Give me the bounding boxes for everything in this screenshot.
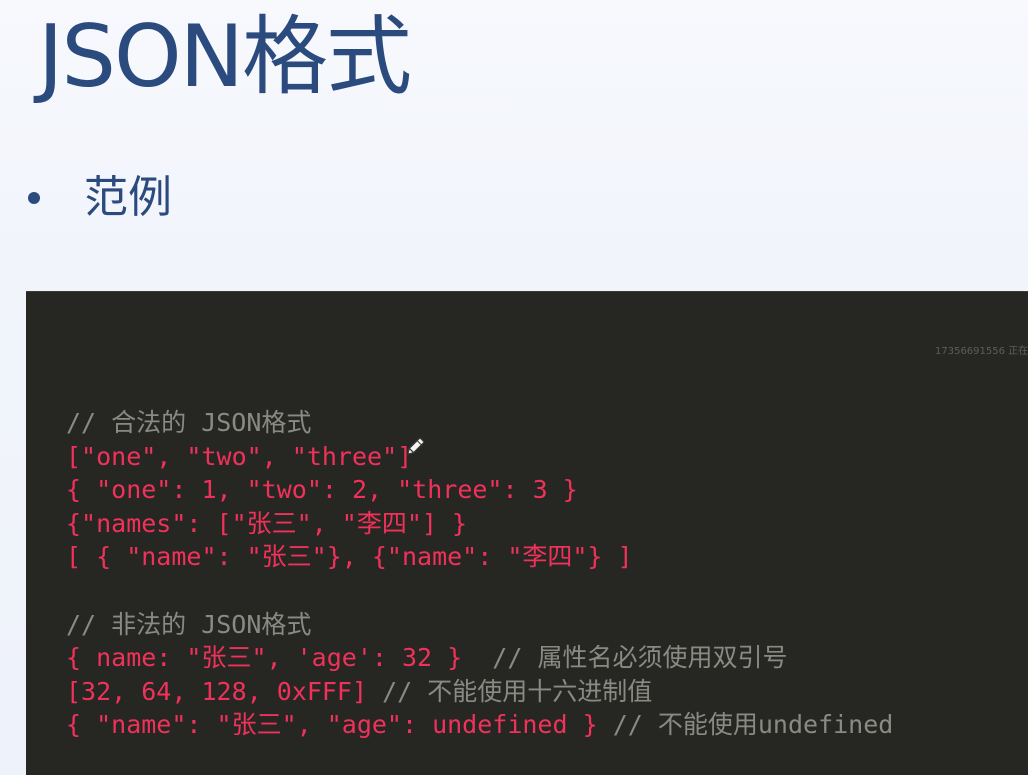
illegal-comment: // 非法的 JSON格式 bbox=[66, 609, 312, 639]
legal-line: { "one": 1, "two": 2, "three": 3 } bbox=[66, 475, 578, 505]
illegal-code: [32, 64, 128, 0xFFF] bbox=[66, 676, 368, 706]
illegal-line: [32, 64, 128, 0xFFF] // 不能使用十六进制值 bbox=[66, 675, 893, 709]
legal-line: ["one", "two", "three"] bbox=[66, 441, 413, 471]
bullet-dot bbox=[28, 192, 40, 204]
bullet-text: 范例 bbox=[84, 172, 172, 223]
legal-line: {"names": ["张三", "李四"] } bbox=[66, 508, 468, 538]
illegal-line: { name: "张三", 'age': 32 } // 属性名必须使用双引号 bbox=[66, 641, 893, 675]
illegal-line: { "name": "张三", "age": undefined } // 不能… bbox=[66, 708, 893, 742]
legal-comment: // 合法的 JSON格式 bbox=[66, 408, 312, 437]
slide-title: JSON格式 bbox=[38, 7, 412, 107]
illegal-note: // 不能使用undefined bbox=[597, 710, 894, 740]
illegal-code: { name: "张三", 'age': 32 } bbox=[66, 643, 463, 673]
pen-cursor-icon bbox=[407, 437, 425, 455]
legal-line: [ { "name": "张三"}, {"name": "李四"} ] bbox=[66, 542, 633, 572]
illegal-note: // 不能使用十六进制值 bbox=[367, 676, 653, 706]
illegal-code: { "name": "张三", "age": undefined } bbox=[66, 710, 598, 740]
watermark: 17356691556 正在 bbox=[935, 346, 1028, 357]
illegal-note: // 属性名必须使用双引号 bbox=[462, 643, 788, 673]
code-block: // 合法的 JSON格式 ["one", "two", "three"] { "o… bbox=[66, 406, 893, 742]
